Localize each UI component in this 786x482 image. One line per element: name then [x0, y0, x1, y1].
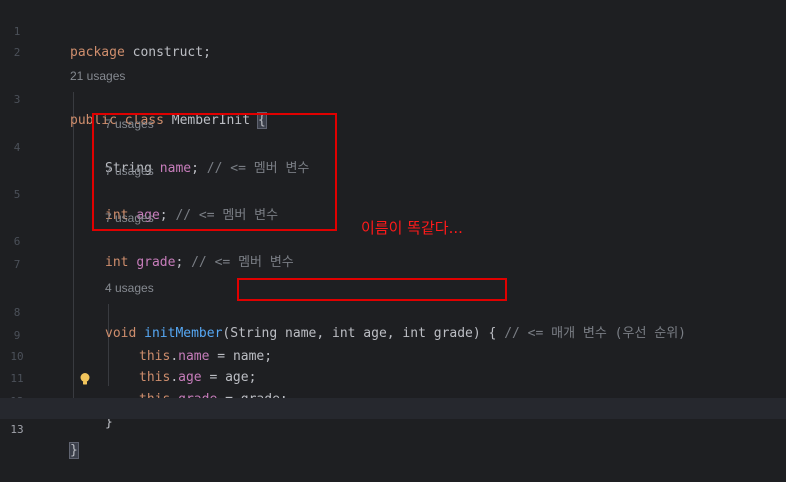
code-line[interactable]: 3 public class MemberInit {: [0, 68, 786, 129]
parameters-highlight-box: [237, 278, 507, 301]
member-variables-highlight-box: [92, 113, 337, 231]
code-editor[interactable]: 1 package construct; 2 21 usages 3 publi…: [0, 0, 786, 459]
code-line[interactable]: 12 }: [0, 370, 786, 430]
code-line[interactable]: 10 this.age = age;: [0, 325, 786, 385]
usage-hint-row: 7 usages: [0, 93, 786, 131]
lightbulb-icon[interactable]: [78, 372, 92, 386]
usage-hint-row: 4 usages: [0, 257, 786, 295]
code-line-current[interactable]: 13 }: [0, 398, 786, 459]
code-line[interactable]: 9 this.name = name;: [0, 304, 786, 364]
line-number: 13: [10, 423, 24, 436]
usage-hint-row: 21 usages: [0, 45, 786, 83]
code-line[interactable]: 11 this.grade = grade;: [0, 347, 786, 407]
code-line[interactable]: 1 package construct;: [0, 0, 786, 60]
closing-brace: }: [69, 442, 79, 459]
code-line[interactable]: 2: [0, 21, 786, 59]
annotation-text: 이름이 똑같다...: [361, 219, 463, 237]
